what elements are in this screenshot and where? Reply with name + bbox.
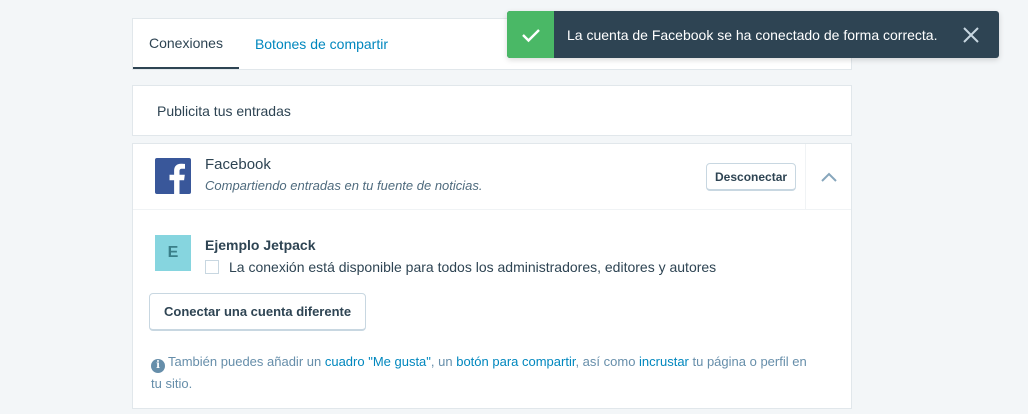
success-notice: La cuenta de Facebook se ha conectado de… xyxy=(507,11,999,58)
facebook-logo-icon xyxy=(155,158,191,194)
section-header: Publicita tus entradas xyxy=(132,85,852,136)
notice-close-button[interactable] xyxy=(943,11,999,58)
info-note: i También puedes añadir un cuadro "Me gus… xyxy=(151,351,811,395)
shared-connection-label[interactable]: La conexión está disponible para todos l… xyxy=(229,259,716,275)
share-button-link[interactable]: botón para compartir xyxy=(456,354,575,369)
like-box-link[interactable]: cuadro "Me gusta" xyxy=(325,354,431,369)
disconnect-button[interactable]: Desconectar xyxy=(706,163,797,191)
info-text-2: , un xyxy=(430,354,457,369)
facebook-service-header: Facebook Compartiendo entradas en tu fue… xyxy=(133,144,851,210)
embed-link[interactable]: incrustar xyxy=(639,354,689,369)
close-icon xyxy=(963,26,979,43)
account-name: Ejemplo Jetpack xyxy=(205,237,316,253)
notice-text: La cuenta de Facebook se ha conectado de… xyxy=(567,26,938,43)
section-title: Publicita tus entradas xyxy=(157,102,291,119)
facebook-service-card: Facebook Compartiendo entradas en tu fue… xyxy=(132,143,852,409)
shared-connection-checkbox[interactable] xyxy=(205,260,219,274)
checkmark-icon xyxy=(507,11,554,58)
tab-connections[interactable]: Conexiones xyxy=(133,19,239,69)
account-avatar: E xyxy=(155,235,191,271)
info-icon: i xyxy=(151,359,165,373)
tab-sharing-buttons[interactable]: Botones de compartir xyxy=(239,19,404,69)
info-text-3: , así como xyxy=(575,354,640,369)
collapse-toggle[interactable] xyxy=(805,144,852,209)
shared-connection-row: La conexión está disponible para todos l… xyxy=(205,259,716,275)
chevron-up-icon xyxy=(821,172,837,182)
service-name: Facebook xyxy=(205,156,271,173)
info-text-1: También puedes añadir un xyxy=(168,354,325,369)
service-description: Compartiendo entradas en tu fuente de no… xyxy=(205,178,483,193)
connect-different-account-button[interactable]: Conectar una cuenta diferente xyxy=(149,293,367,331)
